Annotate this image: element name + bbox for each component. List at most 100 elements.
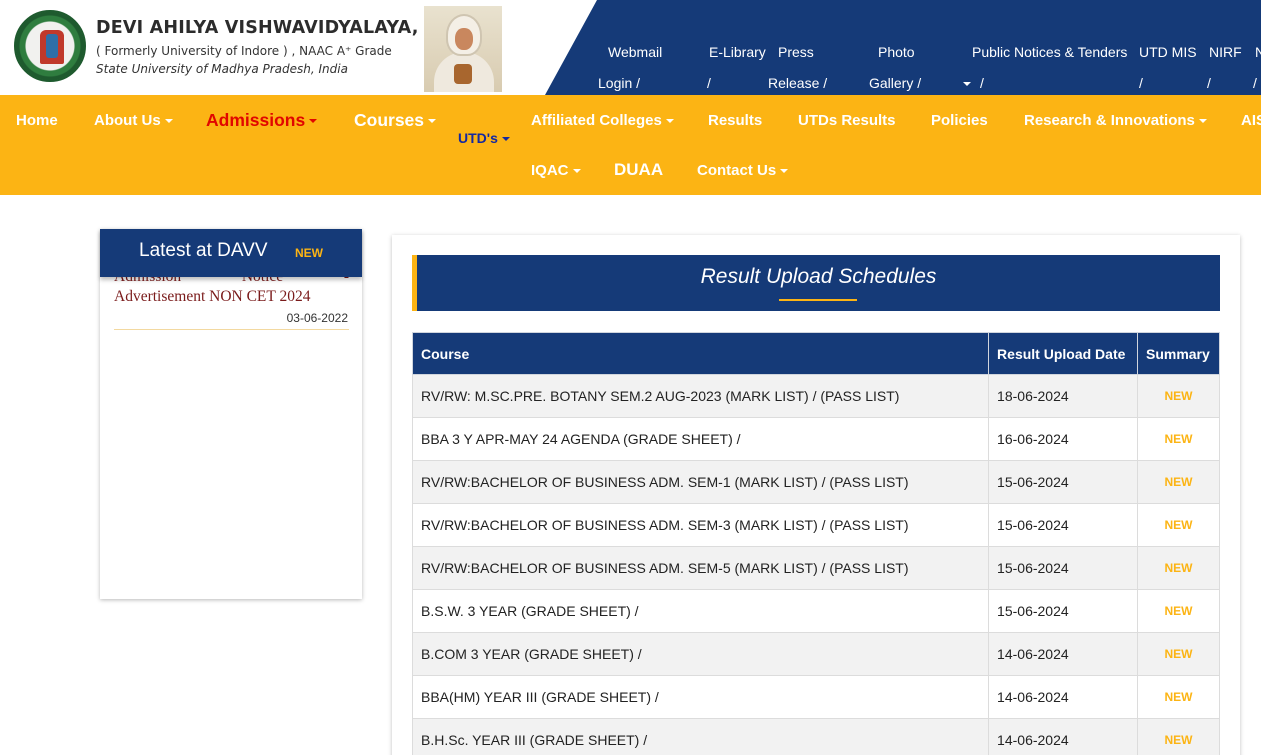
- nav-utds[interactable]: UTD's: [458, 130, 510, 146]
- latest-news-card: Latest at DAVV NEW Admission Notice - Ad…: [100, 229, 362, 599]
- nav-affiliated-colleges[interactable]: Affiliated Colleges: [531, 112, 674, 129]
- toplink-photo-gallery[interactable]: Photo: [878, 44, 915, 60]
- main-nav: Home About Us Admissions Courses UTD's A…: [0, 95, 1261, 195]
- new-badge: NEW: [1136, 374, 1221, 418]
- nav-home[interactable]: Home: [16, 112, 58, 129]
- nav-research-innovations[interactable]: Research & Innovations: [1024, 112, 1207, 129]
- new-badge: NEW: [1136, 546, 1221, 590]
- course-link[interactable]: B.S.W. 3 YEAR (GRADE SHEET) /: [411, 589, 990, 633]
- course-link[interactable]: RV/RW: M.SC.PRE. BOTANY SEM.2 AUG-2023 (…: [411, 374, 990, 418]
- new-badge: NEW: [1136, 460, 1221, 504]
- news-item-link[interactable]: Advertisement NON CET 2024: [114, 288, 310, 306]
- toplink-n[interactable]: N: [1255, 44, 1261, 60]
- upload-date: 14-06-2024: [988, 632, 1138, 676]
- new-badge: NEW: [1136, 589, 1221, 633]
- upload-date: 18-06-2024: [988, 374, 1138, 418]
- course-link[interactable]: B.COM 3 YEAR (GRADE SHEET) /: [411, 632, 990, 676]
- upload-date: 15-06-2024: [988, 546, 1138, 590]
- new-badge: NEW: [1136, 503, 1221, 547]
- nav-about-us[interactable]: About Us: [94, 112, 173, 129]
- nav-results[interactable]: Results: [708, 112, 762, 129]
- result-schedule-card: Result Upload Schedules Course Result Up…: [392, 235, 1240, 755]
- nav-about-us-label: About Us: [94, 112, 161, 129]
- course-link[interactable]: BBA(HM) YEAR III (GRADE SHEET) /: [411, 675, 990, 719]
- university-emblem-icon: [14, 10, 86, 82]
- new-badge: NEW: [1136, 675, 1221, 719]
- nav-utds-label: UTD's: [458, 130, 498, 146]
- nav-affiliated-label: Affiliated Colleges: [531, 112, 662, 129]
- section-header: Result Upload Schedules: [412, 255, 1220, 311]
- portrait-face: [455, 28, 473, 50]
- university-formerly: ( Formerly University of Indore ) , NAAC…: [96, 44, 392, 58]
- upload-date: 16-06-2024: [988, 417, 1138, 461]
- page: DEVI AHILYA VISHWAVIDYALAYA, INDORE ( Fo…: [0, 0, 1261, 755]
- toplink-press-release-2[interactable]: Release /: [768, 75, 827, 91]
- site-header: DEVI AHILYA VISHWAVIDYALAYA, INDORE ( Fo…: [0, 0, 1261, 95]
- course-link[interactable]: BBA 3 Y APR-MAY 24 AGENDA (GRADE SHEET) …: [411, 417, 990, 461]
- toplink-webmail[interactable]: Webmail: [608, 44, 662, 60]
- nav-utds-results[interactable]: UTDs Results: [798, 112, 896, 129]
- title-underline: [779, 299, 857, 301]
- latest-news-title: Latest at DAVV: [139, 240, 268, 261]
- toplink-separator: /: [980, 75, 984, 91]
- course-link[interactable]: RV/RW:BACHELOR OF BUSINESS ADM. SEM-3 (M…: [411, 503, 990, 547]
- table-header-row: Course Result Upload Date Summary: [411, 332, 1221, 375]
- toplink-public-notices[interactable]: Public Notices & Tenders: [972, 44, 1127, 60]
- table-row: RV/RW: M.SC.PRE. BOTANY SEM.2 AUG-2023 (…: [411, 374, 1221, 418]
- course-link[interactable]: B.H.Sc. YEAR III (GRADE SHEET) /: [411, 718, 990, 755]
- nav-contact-us[interactable]: Contact Us: [697, 162, 788, 179]
- upload-date: 15-06-2024: [988, 460, 1138, 504]
- ahilya-portrait-image: [424, 6, 502, 92]
- table-row: B.H.Sc. YEAR III (GRADE SHEET) / 14-06-2…: [411, 718, 1221, 755]
- chevron-down-icon[interactable]: [959, 75, 971, 91]
- university-logo-block[interactable]: DEVI AHILYA VISHWAVIDYALAYA, INDORE ( Fo…: [6, 4, 506, 92]
- toplink-elibrary[interactable]: E-Library: [709, 44, 766, 60]
- nav-iqac[interactable]: IQAC: [531, 162, 581, 179]
- new-badge: NEW: [295, 246, 323, 260]
- nav-admissions[interactable]: Admissions: [206, 110, 317, 131]
- toplink-separator: /: [707, 75, 711, 91]
- toplink-nirf[interactable]: NIRF: [1209, 44, 1242, 60]
- nav-research-label: Research & Innovations: [1024, 112, 1195, 129]
- toplink-utd-mis[interactable]: UTD MIS: [1139, 44, 1197, 60]
- nav-courses[interactable]: Courses: [354, 110, 436, 131]
- nav-admissions-label: Admissions: [206, 110, 306, 130]
- column-header-date: Result Upload Date: [988, 332, 1138, 375]
- table-row: RV/RW:BACHELOR OF BUSINESS ADM. SEM-1 (M…: [411, 460, 1221, 504]
- toplink-separator: /: [1139, 75, 1143, 91]
- toplink-separator: /: [1253, 75, 1257, 91]
- table-row: RV/RW:BACHELOR OF BUSINESS ADM. SEM-3 (M…: [411, 503, 1221, 547]
- nav-iqac-label: IQAC: [531, 162, 569, 179]
- emblem-figure-accent-icon: [46, 34, 58, 58]
- nav-policies[interactable]: Policies: [931, 112, 988, 129]
- news-item-date: 03-06-2022: [286, 311, 348, 325]
- section-title: Result Upload Schedules: [700, 265, 937, 288]
- news-divider: [114, 329, 349, 330]
- new-badge: NEW: [1136, 718, 1221, 755]
- toplink-photo-gallery-2[interactable]: Gallery /: [869, 75, 921, 91]
- nav-contact-label: Contact Us: [697, 162, 777, 179]
- table-row: B.S.W. 3 YEAR (GRADE SHEET) / 15-06-2024…: [411, 589, 1221, 633]
- toplink-press-release[interactable]: Press: [778, 44, 814, 60]
- results-table: Course Result Upload Date Summary RV/RW:…: [411, 332, 1221, 755]
- toplink-login[interactable]: Login /: [598, 75, 640, 91]
- new-badge: NEW: [1136, 417, 1221, 461]
- nav-courses-label: Courses: [354, 110, 425, 130]
- upload-date: 14-06-2024: [988, 718, 1138, 755]
- table-row: BBA 3 Y APR-MAY 24 AGENDA (GRADE SHEET) …: [411, 417, 1221, 461]
- course-link[interactable]: RV/RW:BACHELOR OF BUSINESS ADM. SEM-5 (M…: [411, 546, 990, 590]
- upload-date: 15-06-2024: [988, 589, 1138, 633]
- table-row: RV/RW:BACHELOR OF BUSINESS ADM. SEM-5 (M…: [411, 546, 1221, 590]
- upload-date: 15-06-2024: [988, 503, 1138, 547]
- nav-ais[interactable]: AIS: [1241, 112, 1261, 129]
- university-state: State University of Madhya Pradesh, Indi…: [96, 62, 348, 76]
- latest-news-header: Latest at DAVV NEW: [100, 229, 362, 277]
- table-row: BBA(HM) YEAR III (GRADE SHEET) / 14-06-2…: [411, 675, 1221, 719]
- portrait-pot: [454, 64, 472, 84]
- nav-duaa[interactable]: DUAA: [614, 160, 663, 180]
- column-header-summary: Summary: [1136, 332, 1221, 375]
- column-header-course: Course: [411, 332, 990, 375]
- new-badge: NEW: [1136, 632, 1221, 676]
- course-link[interactable]: RV/RW:BACHELOR OF BUSINESS ADM. SEM-1 (M…: [411, 460, 990, 504]
- toplink-separator: /: [1207, 75, 1211, 91]
